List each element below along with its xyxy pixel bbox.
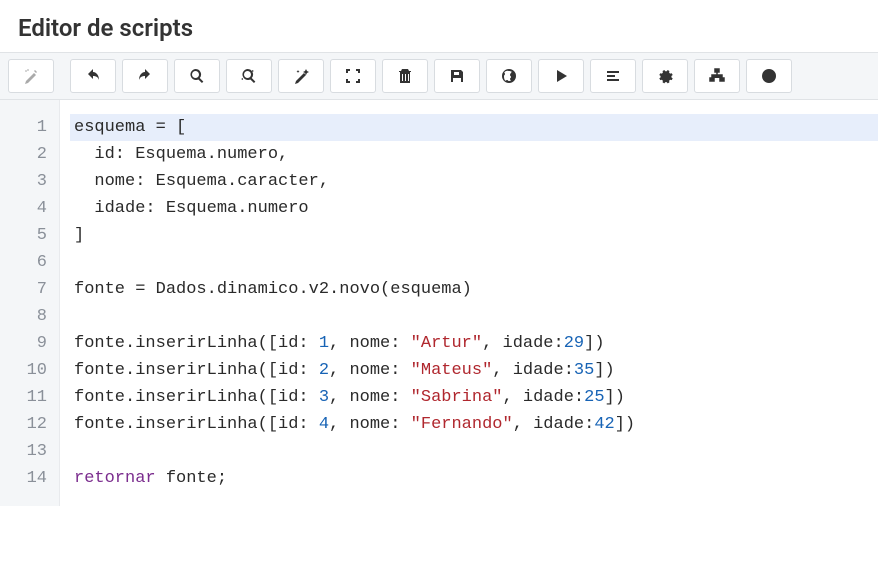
code-line[interactable] (70, 249, 878, 276)
line-number: 14 (0, 465, 47, 492)
line-number: 9 (0, 330, 47, 357)
public-button[interactable] (486, 59, 532, 93)
magic-button[interactable] (278, 59, 324, 93)
code-line[interactable]: nome: Esquema.caracter, (70, 168, 878, 195)
line-number: 1 (0, 114, 47, 141)
contrast-icon (761, 68, 777, 84)
code-line[interactable]: esquema = [ (70, 114, 878, 141)
replace-button[interactable] (226, 59, 272, 93)
search-icon (189, 68, 205, 84)
redo-button[interactable] (122, 59, 168, 93)
tree-icon (709, 68, 725, 84)
line-number: 4 (0, 195, 47, 222)
autofix-button[interactable] (8, 59, 54, 93)
settings-icon (657, 68, 673, 84)
contrast-button[interactable] (746, 59, 792, 93)
line-number: 2 (0, 141, 47, 168)
code-editor[interactable]: 1234567891011121314 esquema = [ id: Esqu… (0, 100, 878, 506)
header: Editor de scripts (0, 0, 878, 52)
autofix-icon (23, 68, 39, 84)
code-line[interactable] (70, 438, 878, 465)
tree-button[interactable] (694, 59, 740, 93)
format-button[interactable] (590, 59, 636, 93)
line-number: 10 (0, 357, 47, 384)
page-title: Editor de scripts (18, 14, 860, 42)
line-number-gutter: 1234567891011121314 (0, 100, 60, 506)
code-line[interactable]: retornar fonte; (70, 465, 878, 492)
code-line[interactable]: fonte = Dados.dinamico.v2.novo(esquema) (70, 276, 878, 303)
save-button[interactable] (434, 59, 480, 93)
undo-icon (85, 68, 101, 84)
settings-button[interactable] (642, 59, 688, 93)
code-line[interactable]: id: Esquema.numero, (70, 141, 878, 168)
search-button[interactable] (174, 59, 220, 93)
format-icon (605, 68, 621, 84)
line-number: 11 (0, 384, 47, 411)
line-number: 3 (0, 168, 47, 195)
toolbar (0, 52, 878, 100)
run-icon (553, 68, 569, 84)
run-button[interactable] (538, 59, 584, 93)
redo-icon (137, 68, 153, 84)
fullscreen-icon (345, 68, 361, 84)
line-number: 7 (0, 276, 47, 303)
fullscreen-button[interactable] (330, 59, 376, 93)
delete-icon (397, 68, 413, 84)
code-line[interactable]: fonte.inserirLinha([id: 3, nome: "Sabrin… (70, 384, 878, 411)
undo-button[interactable] (70, 59, 116, 93)
public-icon (501, 68, 517, 84)
code-line[interactable]: fonte.inserirLinha([id: 1, nome: "Artur"… (70, 330, 878, 357)
magic-icon (293, 68, 309, 84)
line-number: 8 (0, 303, 47, 330)
line-number: 12 (0, 411, 47, 438)
line-number: 6 (0, 249, 47, 276)
delete-button[interactable] (382, 59, 428, 93)
line-number: 13 (0, 438, 47, 465)
replace-icon (241, 68, 257, 84)
code-line[interactable]: idade: Esquema.numero (70, 195, 878, 222)
code-area[interactable]: esquema = [ id: Esquema.numero, nome: Es… (60, 100, 878, 506)
save-icon (449, 68, 465, 84)
code-line[interactable]: fonte.inserirLinha([id: 2, nome: "Mateus… (70, 357, 878, 384)
code-line[interactable]: fonte.inserirLinha([id: 4, nome: "Fernan… (70, 411, 878, 438)
line-number: 5 (0, 222, 47, 249)
code-line[interactable] (70, 303, 878, 330)
code-line[interactable]: ] (70, 222, 878, 249)
